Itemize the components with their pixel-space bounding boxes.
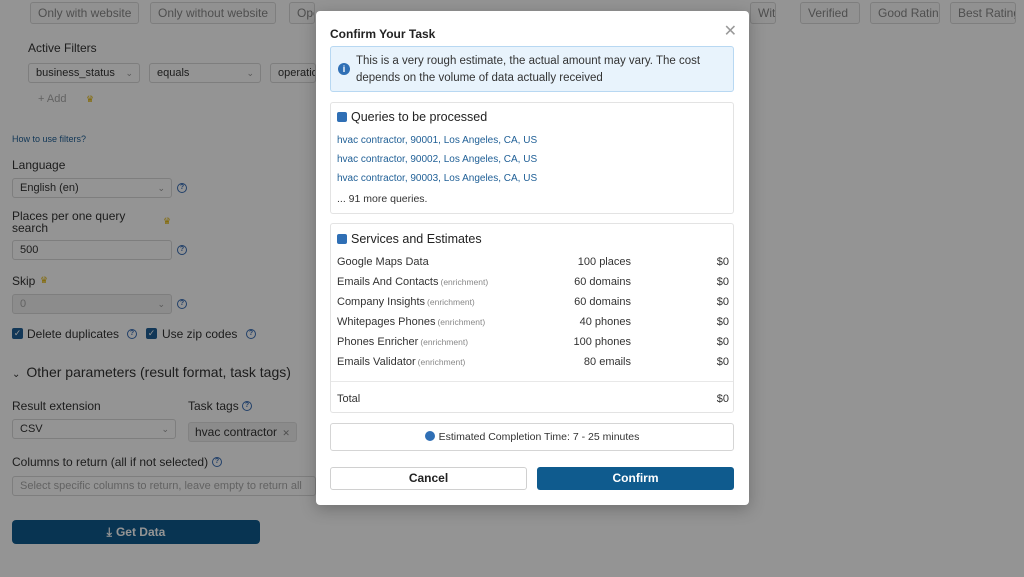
- service-tag: (enrichment): [417, 357, 466, 367]
- service-row: Whitepages Phones (enrichment) 40 phones …: [337, 316, 729, 332]
- total-row: Total $0: [337, 393, 729, 409]
- service-cost: $0: [716, 256, 729, 268]
- service-name-text: Emails And Contacts: [337, 276, 439, 288]
- service-row: Phones Enricher (enrichment) 100 phones $…: [337, 336, 729, 352]
- service-row: Google Maps Data 100 places $0: [337, 256, 729, 272]
- service-row: Company Insights (enrichment) 60 domains …: [337, 296, 729, 312]
- clock-icon: [424, 431, 435, 441]
- service-row: Emails And Contacts (enrichment) 60 domai…: [337, 276, 729, 292]
- service-name-text: Phones Enricher: [337, 336, 419, 348]
- service-name-text: Emails Validator: [337, 356, 416, 368]
- query-link[interactable]: hvac contractor, 90001, Los Angeles, CA,…: [337, 135, 537, 146]
- eta-value: 7 - 25 minutes: [572, 431, 640, 443]
- service-quantity: 60 domains: [574, 276, 631, 288]
- confirm-task-modal: Confirm Your Task ✕ i This is a very rou…: [316, 11, 749, 505]
- service-tag: (enrichment): [420, 337, 469, 347]
- service-cost: $0: [716, 276, 729, 288]
- service-quantity: 40 phones: [579, 316, 631, 328]
- estimated-time-box: Estimated Completion Time: 7 - 25 minute…: [330, 423, 734, 451]
- eta-label: Estimated Completion Time:: [438, 431, 570, 443]
- service-quantity: 100 places: [577, 256, 631, 268]
- queries-card: Queries to be processed hvac contractor,…: [330, 102, 734, 214]
- service-cost: $0: [716, 336, 729, 348]
- service-name: Phones Enricher (enrichment): [337, 336, 468, 348]
- service-tag: (enrichment): [440, 277, 489, 287]
- service-cost: $0: [716, 296, 729, 308]
- service-quantity: 100 phones: [573, 336, 632, 348]
- service-tag: (enrichment): [437, 317, 486, 327]
- info-alert: i This is a very rough estimate, the act…: [330, 46, 734, 92]
- service-name: Whitepages Phones (enrichment): [337, 316, 485, 328]
- service-cost: $0: [716, 356, 729, 368]
- divider: [331, 381, 733, 382]
- service-quantity: 80 emails: [583, 356, 631, 368]
- info-icon: i: [338, 63, 350, 75]
- close-icon[interactable]: ✕: [724, 21, 737, 41]
- services-title: Services and Estimates: [351, 232, 482, 246]
- table-icon: [337, 234, 347, 244]
- more-queries-text: ... 91 more queries.: [337, 193, 428, 205]
- service-name: Google Maps Data: [337, 256, 429, 268]
- service-name-text: Google Maps Data: [337, 256, 429, 268]
- services-card: Services and Estimates Google Maps Data …: [330, 223, 734, 413]
- total-value: $0: [716, 393, 729, 405]
- info-alert-text: This is a very rough estimate, the actua…: [356, 55, 701, 84]
- service-tag: (enrichment): [427, 297, 475, 307]
- service-name: Emails Validator (enrichment): [337, 356, 465, 368]
- service-name: Emails And Contacts (enrichment): [337, 276, 488, 288]
- service-name: Company Insights (enrichment): [337, 296, 475, 308]
- modal-title: Confirm Your Task: [330, 27, 436, 41]
- service-quantity: 60 domains: [574, 296, 631, 308]
- cancel-button[interactable]: Cancel: [330, 467, 527, 490]
- service-name-text: Company Insights: [337, 296, 426, 308]
- queries-header: Queries to be processed: [337, 110, 487, 124]
- service-cost: $0: [716, 316, 729, 328]
- queries-title: Queries to be processed: [351, 110, 488, 124]
- services-header: Services and Estimates: [337, 232, 482, 246]
- total-label: Total: [337, 393, 361, 405]
- query-link[interactable]: hvac contractor, 90002, Los Angeles, CA,…: [337, 154, 537, 165]
- service-name-text: Whitepages Phones: [337, 316, 436, 328]
- query-link[interactable]: hvac contractor, 90003, Los Angeles, CA,…: [337, 173, 537, 184]
- confirm-button[interactable]: Confirm: [537, 467, 734, 490]
- service-row: Emails Validator (enrichment) 80 emails $…: [337, 356, 729, 372]
- search-list-icon: [337, 112, 347, 122]
